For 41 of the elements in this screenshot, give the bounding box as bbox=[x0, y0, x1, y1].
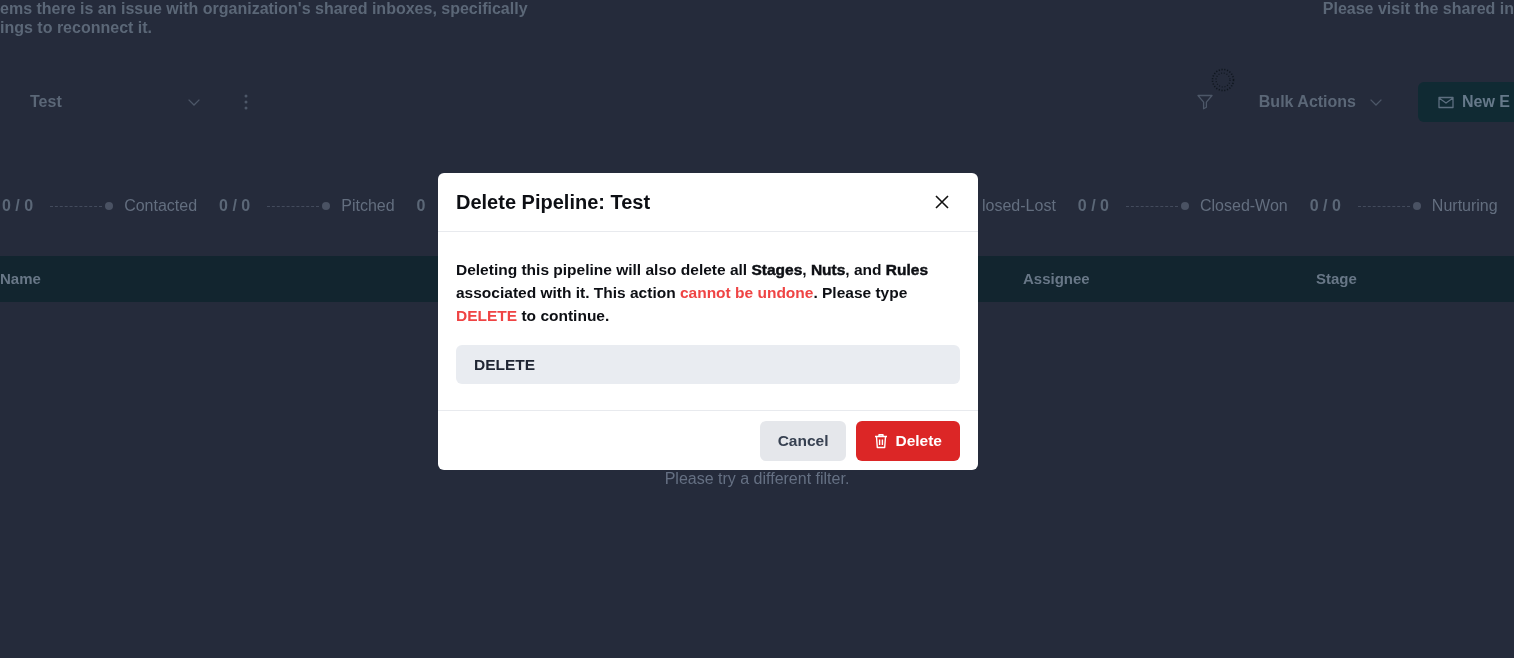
stage-count: 0 / 0 bbox=[1309, 197, 1341, 215]
close-icon[interactable] bbox=[935, 195, 949, 209]
stage-count: 0 / 0 bbox=[219, 197, 251, 215]
dashed-connector bbox=[50, 205, 103, 207]
cancel-button[interactable]: Cancel bbox=[759, 421, 847, 461]
chevron-down-icon bbox=[188, 98, 200, 106]
pipeline-select[interactable]: Test bbox=[30, 93, 200, 111]
envelope-icon bbox=[1438, 95, 1454, 109]
banner-text: Please visit the shared in bbox=[1322, 0, 1514, 18]
stage-dot-icon bbox=[322, 202, 331, 210]
column-header: Assignee bbox=[1023, 270, 1090, 287]
trash-icon bbox=[874, 433, 889, 449]
chevron-down-icon bbox=[1370, 98, 1382, 106]
stage-dot-icon bbox=[105, 202, 114, 210]
empty-state-text: Please try a different filter. bbox=[664, 469, 850, 489]
filter-icon[interactable] bbox=[1196, 94, 1213, 110]
banner-text: ems there is an issue with organization's shared inboxes, specifically bbox=[0, 0, 528, 18]
stage-name: Closed-Won bbox=[1199, 197, 1288, 215]
banner-text: ings to reconnect it. bbox=[0, 18, 152, 37]
stage-dot-icon bbox=[1412, 202, 1421, 210]
bulk-actions-button[interactable]: Bulk Actions bbox=[1258, 93, 1382, 111]
dialog-message: Deleting this pipeline will also delete all Stages, Nuts, and Rules associated with it. This action cannot be undone. Please type DELETE to continue. bbox=[456, 260, 930, 326]
stage-name: Contacted bbox=[124, 197, 198, 215]
stage-dot-icon bbox=[1180, 202, 1189, 210]
stage-name: Nurturing bbox=[1431, 197, 1498, 215]
stage-name: losed-Lost bbox=[982, 197, 1056, 215]
stage-count: 0 bbox=[416, 197, 426, 215]
dashed-connector bbox=[1357, 205, 1410, 207]
dashed-connector bbox=[1125, 205, 1178, 207]
more-options-icon[interactable] bbox=[244, 94, 248, 110]
stage-name: Pitched bbox=[341, 197, 395, 215]
column-header: Name bbox=[0, 270, 41, 287]
column-header: Stage bbox=[1316, 270, 1357, 287]
confirm-input[interactable]: DELETE bbox=[456, 345, 960, 384]
delete-button[interactable]: Delete bbox=[856, 421, 960, 461]
stage-count: 0 / 0 bbox=[2, 197, 34, 215]
new-email-button[interactable]: New E bbox=[1418, 82, 1514, 122]
stage-count: 0 / 0 bbox=[1077, 197, 1109, 215]
dotted-circle-icon bbox=[1210, 68, 1235, 92]
dialog-title: Delete Pipeline: Test bbox=[456, 190, 651, 214]
dashed-connector bbox=[267, 205, 320, 207]
